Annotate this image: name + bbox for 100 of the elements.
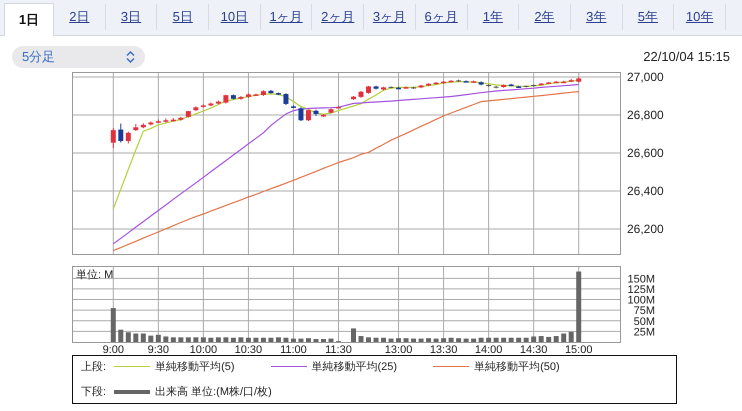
- axis-label: 100M: [627, 294, 655, 307]
- axis-label: 150M: [627, 273, 655, 286]
- volume-bar: [538, 336, 544, 342]
- period-tab[interactable]: 10日: [209, 4, 261, 30]
- period-tab[interactable]: 1年: [468, 4, 520, 30]
- axis-label: 11:00: [280, 344, 307, 356]
- chevron-updown-icon: [126, 51, 135, 63]
- volume-bar: [411, 338, 416, 342]
- timestamp: 22/10/04 15:15: [643, 49, 730, 64]
- candlestick: [118, 123, 124, 143]
- volume-bar: [396, 338, 402, 342]
- axis-label: 27,000: [627, 70, 664, 84]
- legend-label: 上段:: [81, 360, 106, 374]
- volume-bar: [388, 338, 394, 342]
- volume-bar: [208, 338, 214, 342]
- unit-label: 単位: M: [76, 269, 114, 281]
- period-tab[interactable]: 5日: [157, 4, 210, 30]
- volume-bar: [260, 338, 266, 342]
- period-tab[interactable]: 3ヶ月: [364, 4, 416, 30]
- volume-bar: [561, 334, 566, 342]
- volume-bar: [381, 338, 386, 342]
- volume-bar: [133, 334, 138, 342]
- period-tab[interactable]: 10年: [674, 4, 726, 30]
- legend-text: 単純移動平均(25): [312, 360, 398, 374]
- volume-bar: [576, 272, 582, 342]
- volume-bar: [178, 337, 184, 342]
- volume-bar: [290, 338, 296, 342]
- candlestick: [110, 128, 116, 149]
- axis-label: 14:00: [474, 344, 502, 356]
- volume-bar: [163, 336, 168, 342]
- volume-bar: [546, 336, 552, 342]
- legend-label: 下段:: [81, 385, 106, 399]
- volume-bar: [223, 337, 228, 342]
- volume-bar: [456, 338, 462, 342]
- axis-label: 26,400: [627, 184, 664, 198]
- volume-bar: [404, 338, 409, 342]
- legend-text: 単純移動平均(50): [474, 360, 560, 374]
- candlestick: [306, 109, 311, 122]
- axis-label: 15:00: [564, 344, 592, 356]
- axis-label: 26,600: [627, 146, 664, 160]
- period-tab[interactable]: 2年: [519, 4, 571, 30]
- volume-bar: [140, 334, 146, 342]
- axis-label: 26,800: [627, 108, 664, 122]
- volume-bar: [358, 336, 364, 342]
- volume-bar: [501, 338, 506, 342]
- volume-bar: [524, 338, 529, 342]
- volume-bar: [471, 338, 476, 342]
- volume-bar: [516, 338, 522, 342]
- axis-label: 25M: [634, 326, 655, 338]
- candlestick: [283, 92, 288, 106]
- axis-label: 13:00: [384, 344, 412, 356]
- volume-bar: [448, 338, 454, 342]
- volume-bar: [170, 337, 176, 342]
- period-tab[interactable]: 1ヶ月: [260, 4, 312, 30]
- volume-bar: [531, 336, 536, 342]
- volume-bar: [494, 338, 499, 342]
- volume-bar: [148, 336, 154, 342]
- volume-bar: [298, 338, 304, 342]
- axis-label: 9:30: [148, 344, 170, 356]
- period-tab[interactable]: 2日: [54, 4, 106, 30]
- period-tab[interactable]: 1日: [4, 3, 54, 36]
- volume-bar: [374, 338, 379, 342]
- volume-bar: [328, 338, 334, 342]
- axis-label: 13:30: [430, 344, 458, 356]
- interval-select[interactable]: 5分足: [12, 46, 145, 68]
- axis-label: 14:30: [520, 344, 548, 356]
- volume-bar: [283, 338, 288, 342]
- volume-bar: [554, 336, 559, 342]
- period-tab[interactable]: 3日: [106, 4, 158, 30]
- volume-bar: [313, 339, 318, 342]
- volume-bar: [216, 337, 221, 342]
- axis-label: 9:00: [102, 344, 124, 356]
- axis-label: 75M: [634, 305, 655, 318]
- volume-bar: [246, 338, 251, 342]
- volume-bar: [253, 338, 258, 342]
- volume-bar: [268, 338, 274, 342]
- volume-bar: [200, 337, 206, 342]
- period-tab[interactable]: 6ヶ月: [416, 4, 468, 30]
- period-tab[interactable]: 3年: [570, 4, 623, 30]
- volume-bar: [320, 339, 326, 342]
- volume-bar: [156, 334, 161, 342]
- legend-text: 出来高 単位:(M株/口/枚): [155, 384, 272, 399]
- volume-bar: [568, 332, 574, 342]
- candlestick: [298, 106, 304, 122]
- volume-bar: [306, 338, 311, 342]
- volume-bar: [230, 338, 236, 342]
- period-tab[interactable]: 2ヶ月: [312, 4, 364, 30]
- period-tab[interactable]: 5年: [622, 4, 674, 30]
- axis-label: 50M: [634, 316, 655, 328]
- volume-bar: [426, 338, 432, 342]
- volume-bar: [126, 332, 131, 342]
- volume-bar: [110, 308, 116, 342]
- volume-bar: [464, 338, 469, 342]
- volume-bar: [486, 338, 492, 342]
- volume-bar: [118, 330, 124, 342]
- volume-bar: [508, 338, 514, 342]
- volume-bar: [193, 337, 198, 342]
- volume-bar: [418, 338, 424, 342]
- candlestick: [126, 131, 131, 144]
- volume-bar: [434, 338, 439, 342]
